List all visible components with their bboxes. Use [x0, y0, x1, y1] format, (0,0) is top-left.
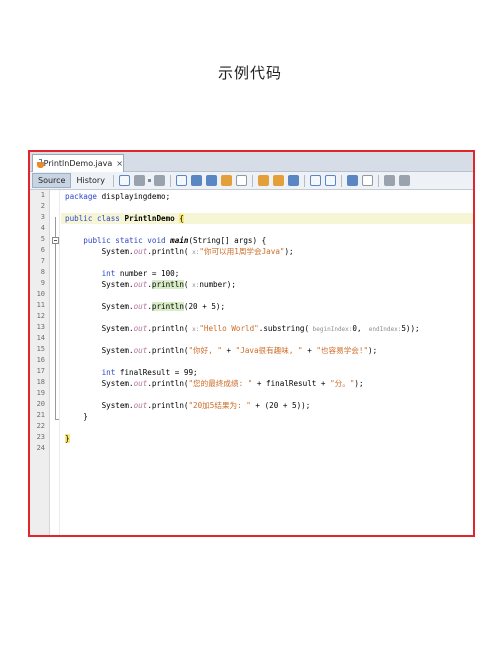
toolbar-separator: [251, 174, 253, 187]
toolbar-separator: [377, 174, 379, 187]
toolbar-separator: [303, 174, 305, 187]
prev-bookmark-icon[interactable]: [257, 175, 269, 186]
line-number: 9: [40, 279, 45, 287]
source-tab-button[interactable]: Source: [32, 173, 72, 188]
line-number: 15: [36, 345, 45, 353]
find-icon[interactable]: [175, 175, 187, 186]
line-number: 7: [40, 257, 45, 265]
next-bookmark-icon[interactable]: [272, 175, 284, 186]
close-tab-icon[interactable]: ×: [116, 159, 123, 168]
code-line-9: System.out.println( x:number);: [101, 280, 236, 289]
line-number: 19: [36, 389, 45, 397]
line-number: 12: [36, 312, 45, 320]
toggle-rect-select-icon[interactable]: [235, 175, 247, 186]
stop-macro-icon[interactable]: [361, 175, 373, 186]
back-icon[interactable]: [118, 175, 130, 186]
toolbar-separator: [169, 174, 171, 187]
class-fold-end: [55, 419, 59, 420]
code-line-21: }: [83, 412, 88, 421]
line-number: 4: [40, 224, 45, 232]
shift-left-icon[interactable]: [309, 175, 321, 186]
line-number: 3: [40, 213, 45, 221]
method-fold-line: [55, 245, 56, 415]
line-number: 21: [36, 411, 45, 419]
code-line-20: System.out.println("20加5结果为: " + (20 + 5…: [101, 401, 311, 410]
shift-right-icon[interactable]: [324, 175, 336, 186]
code-line-11: System.out.println(20 + 5);: [101, 302, 226, 311]
next-occurrence-icon[interactable]: [205, 175, 217, 186]
line-number: 17: [36, 367, 45, 375]
line-number: 13: [36, 323, 45, 331]
start-macro-icon[interactable]: [346, 175, 358, 186]
toolbar-separator: [340, 174, 342, 187]
code-line-6: System.out.println( x:"你可以用1周学会Java");: [101, 247, 294, 256]
toggle-bookmark-icon[interactable]: [287, 175, 299, 186]
editor-toolbar: Source History: [30, 172, 473, 190]
code-line-17: int finalResult = 99;: [101, 368, 198, 377]
comment-icon[interactable]: [383, 175, 395, 186]
code-line-5: public static void main(String[] args) {: [83, 236, 267, 245]
file-tab-label: PrintlnDemo.java: [43, 159, 113, 168]
file-tab[interactable]: PrintlnDemo.java ×: [32, 154, 124, 172]
toolbar-dot: [147, 179, 151, 182]
page-title: 示例代码: [217, 64, 282, 82]
toolbar-separator: [112, 174, 114, 187]
forward-icon[interactable]: [133, 175, 145, 186]
method-fold-toggle-icon[interactable]: [52, 237, 59, 244]
line-number: 14: [36, 334, 45, 342]
java-file-icon: [36, 158, 44, 169]
line-number: 22: [36, 422, 45, 430]
code-line-8: int number = 100;: [101, 269, 180, 278]
line-number: 6: [40, 246, 45, 254]
history-icon[interactable]: [153, 175, 165, 186]
code-line-23: }: [65, 434, 70, 443]
line-number: 18: [36, 378, 45, 386]
code-area[interactable]: package displayingdemo; public class Pri…: [61, 190, 473, 535]
line-number: 10: [36, 290, 45, 298]
history-tab-button[interactable]: History: [71, 173, 109, 188]
line-number-gutter: 1 2 3 4 5 6 7 8 9 10 11 12 13 14 15 16 1…: [30, 190, 50, 535]
code-editor[interactable]: 1 2 3 4 5 6 7 8 9 10 11 12 13 14 15 16 1…: [30, 190, 473, 535]
code-line-3: public class PrintlnDemo {: [65, 214, 184, 223]
line-number: 24: [36, 444, 45, 452]
prev-occurrence-icon[interactable]: [190, 175, 202, 186]
code-line-13: System.out.println( x:"Hello World".subs…: [101, 324, 420, 333]
code-line-15: System.out.println("你好, " + "Java很有趣味, "…: [101, 346, 378, 355]
line-number: 23: [36, 433, 45, 441]
code-line-1: package displayingdemo;: [65, 192, 171, 201]
uncomment-icon[interactable]: [398, 175, 410, 186]
code-line-18: System.out.println("您的最终成绩: " + finalRes…: [101, 379, 364, 388]
line-number: 16: [36, 356, 45, 364]
line-number: 1: [40, 191, 45, 199]
line-number: 20: [36, 400, 45, 408]
line-number: 5: [40, 235, 45, 243]
toggle-highlight-icon[interactable]: [220, 175, 232, 186]
editor-tab-bar: PrintlnDemo.java ×: [30, 152, 473, 172]
line-number: 11: [36, 301, 45, 309]
ide-window: PrintlnDemo.java × Source History 1 2 3 …: [28, 150, 475, 537]
line-number: 8: [40, 268, 45, 276]
line-number: 2: [40, 202, 45, 210]
